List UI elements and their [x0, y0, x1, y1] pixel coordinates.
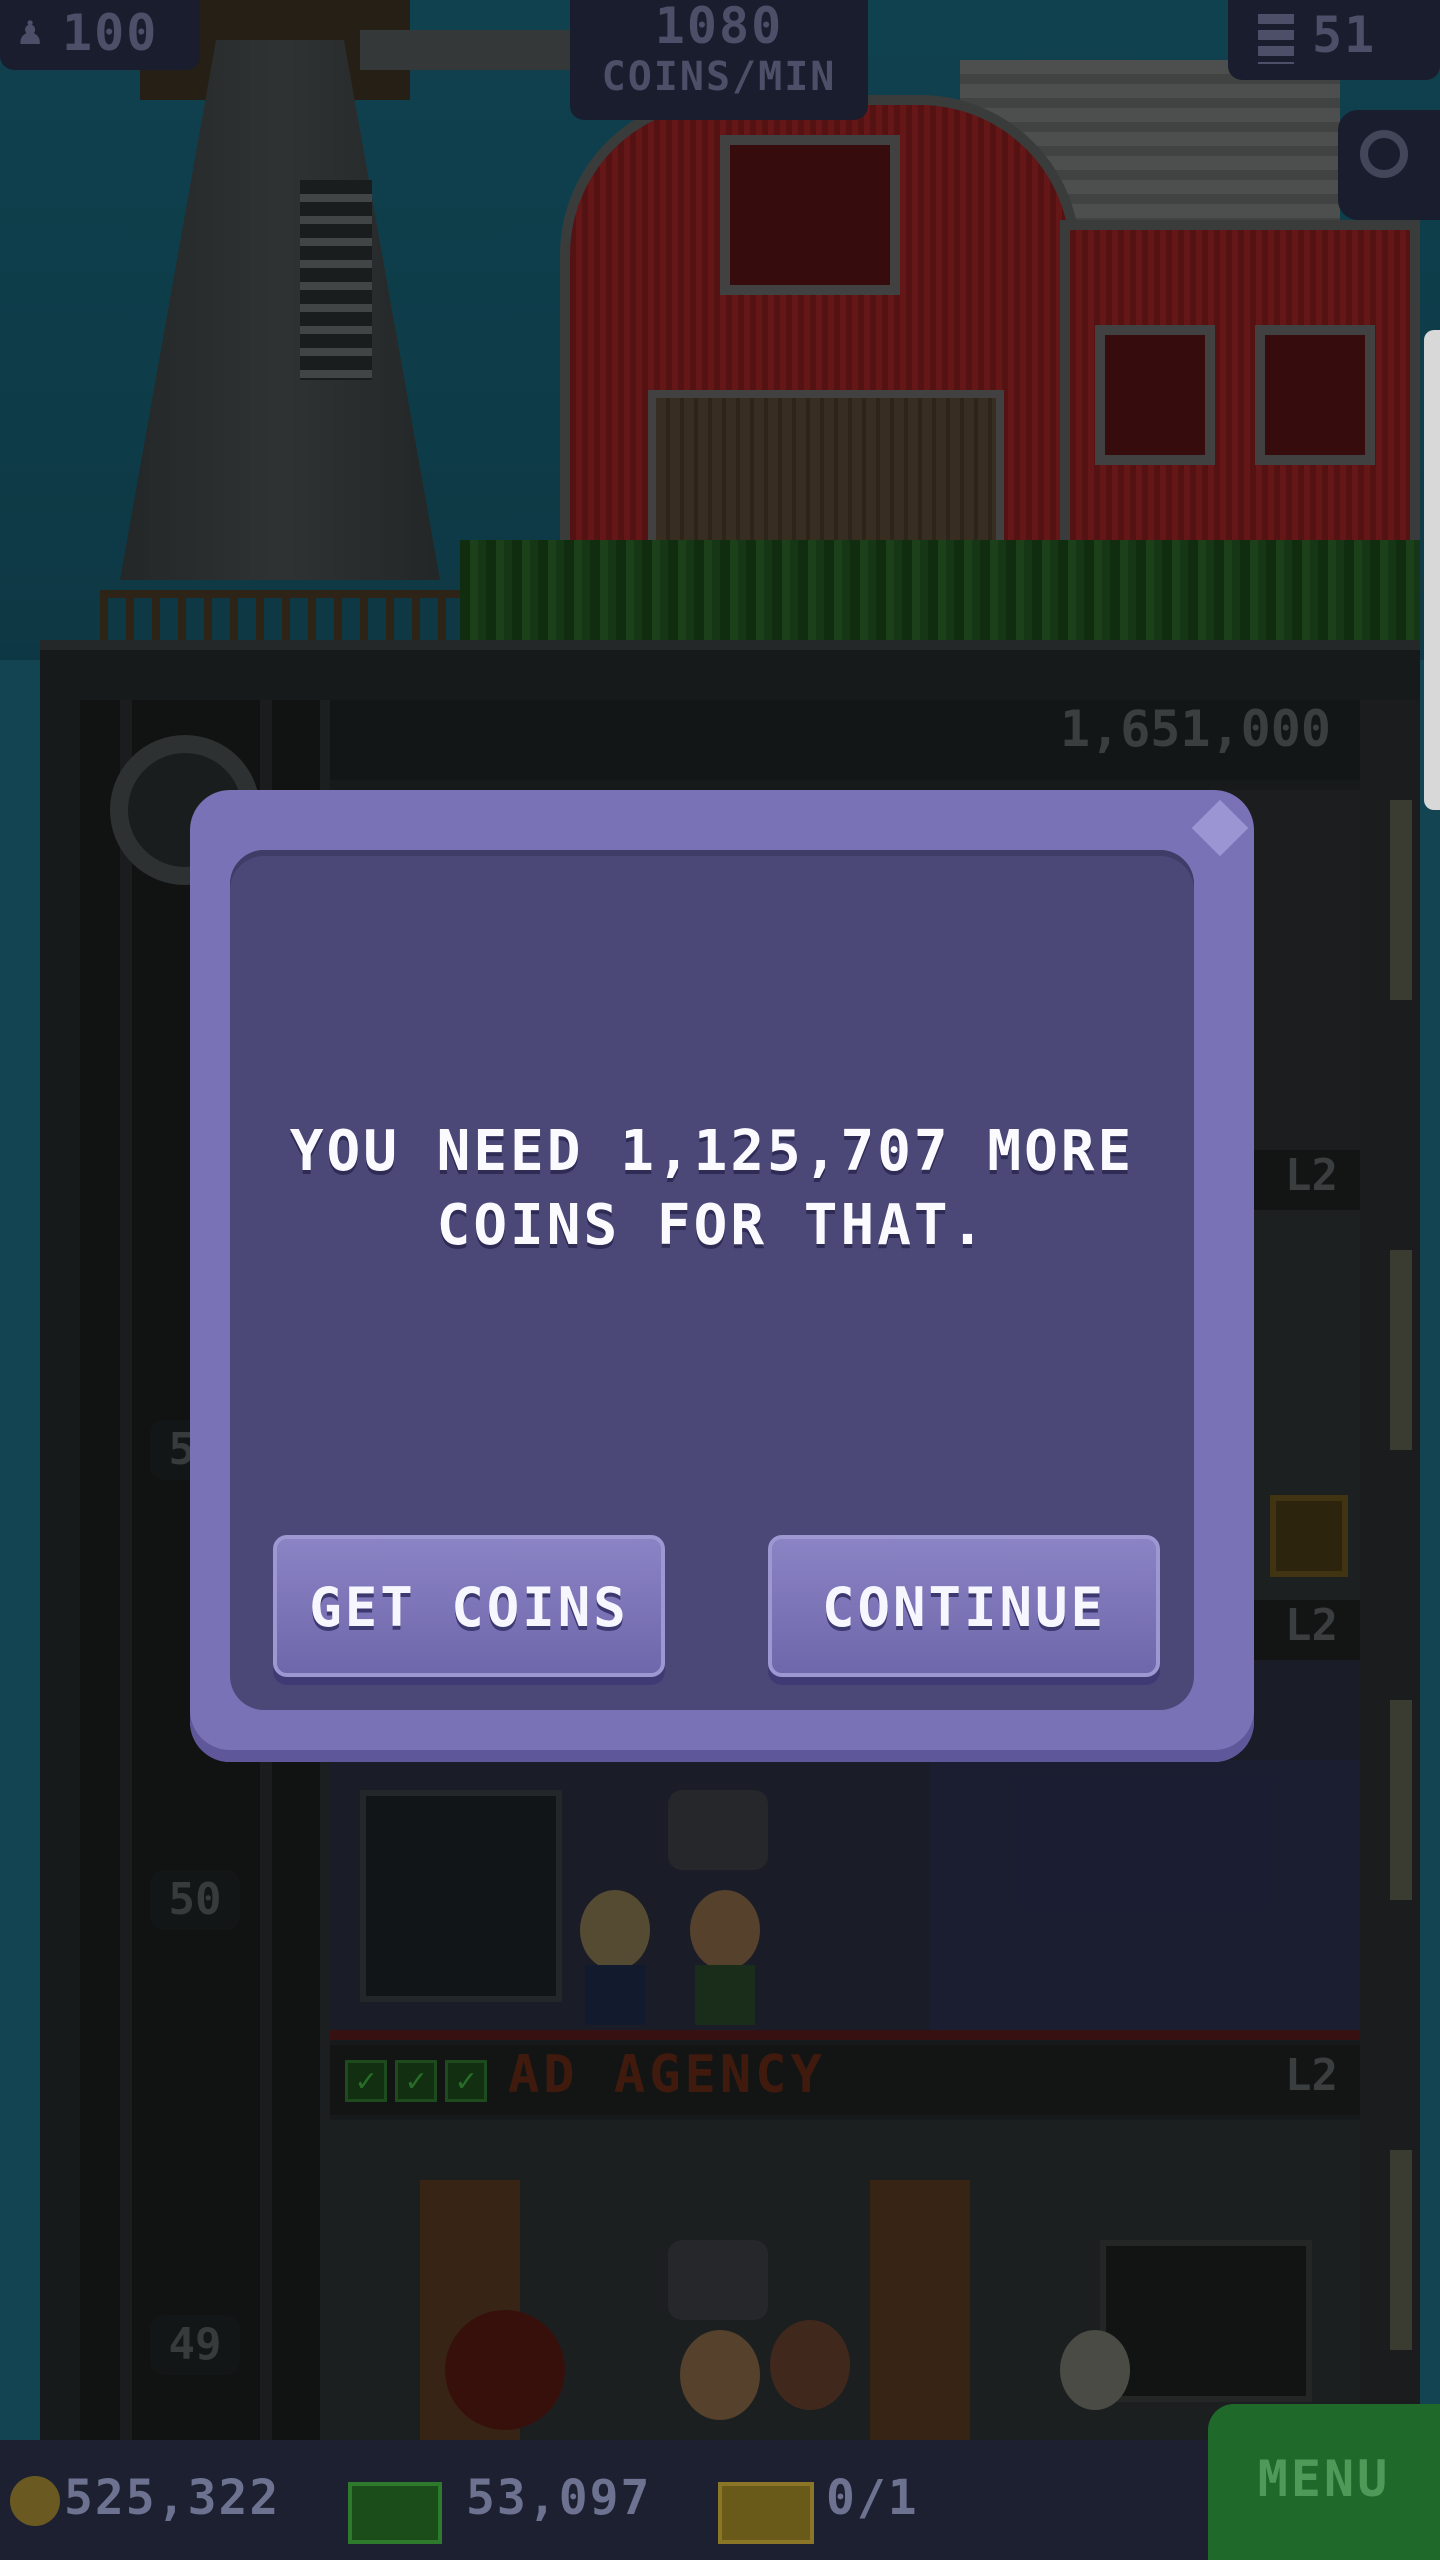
edge-panel-handle[interactable] [1424, 330, 1440, 810]
bux-icon [348, 2482, 442, 2544]
continue-button[interactable]: CONTINUE [768, 1535, 1160, 1677]
dialog-message: YOU NEED 1,125,707 MORE COINS FOR THAT. [230, 1115, 1194, 1263]
bux-value: 53,097 [466, 2470, 652, 2526]
ticket-icon [718, 2482, 814, 2544]
tickets-value: 0/1 [826, 2470, 919, 2526]
coins-value: 525,322 [64, 2470, 281, 2526]
coin-icon [10, 2476, 60, 2526]
dialog-message-line1: YOU NEED 1,125,707 MORE [289, 1119, 1135, 1184]
get-coins-button[interactable]: GET COINS [273, 1535, 665, 1677]
menu-button[interactable]: MENU [1208, 2404, 1440, 2560]
dialog-message-line2: COINS FOR THAT. [436, 1193, 988, 1258]
